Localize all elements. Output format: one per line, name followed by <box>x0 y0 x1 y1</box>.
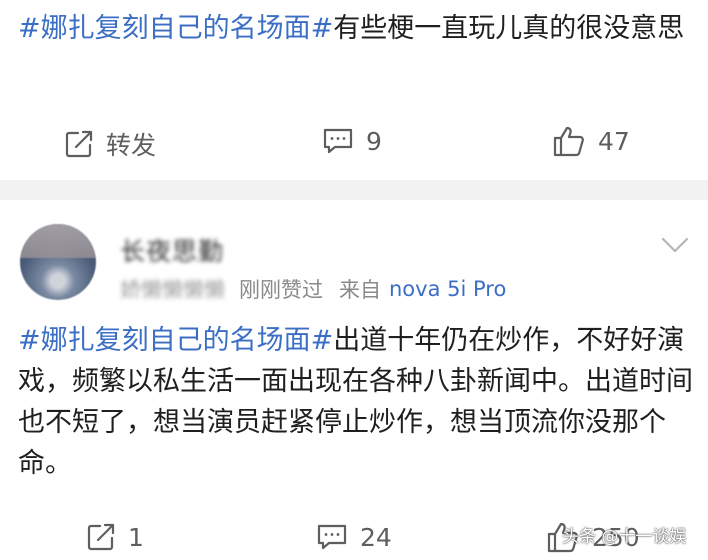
comment-icon <box>317 524 347 550</box>
like-count: 47 <box>598 126 630 156</box>
watermark: 头条 @十一谈娱 <box>562 527 687 547</box>
post-text: #娜扎复刻自己的名场面#有些梗一直玩儿真的很没意思 <box>18 8 698 50</box>
post-bottom: 长夜思勤 娇懒懒懒懒 刚刚赞过 来自 nova 5i Pro #娜扎复刻自己的名… <box>0 200 708 560</box>
post-meta: 娇懒懒懒懒 刚刚赞过 来自 nova 5i Pro <box>120 274 506 304</box>
hashtag-link[interactable]: #娜扎复刻自己的名场面# <box>18 13 333 44</box>
thumbs-up-icon <box>553 126 584 157</box>
repost-label: 转发 <box>106 131 157 160</box>
repost-button[interactable]: 转发 <box>64 126 156 162</box>
liked-status: 刚刚赞过 <box>239 278 323 302</box>
hashtag-link[interactable]: #娜扎复刻自己的名场面# <box>18 325 333 356</box>
chevron-down-icon[interactable] <box>660 236 690 254</box>
comment-count: 9 <box>366 126 382 156</box>
repost-button[interactable]: 1 <box>86 522 144 552</box>
comment-count: 24 <box>360 522 392 552</box>
device-source[interactable]: nova 5i Pro <box>389 277 506 301</box>
feed-divider <box>0 180 708 200</box>
repost-icon <box>87 523 115 551</box>
action-bar: 转发 9 47 <box>0 118 708 168</box>
post-text: #娜扎复刻自己的名场面#出道十年仍在炒作，不好好演戏，频繁以私生活一面出现在各种… <box>18 320 698 484</box>
comment-button[interactable]: 9 <box>322 126 382 156</box>
comment-icon <box>323 128 353 154</box>
post-body: 有些梗一直玩儿真的很没意思 <box>333 13 685 44</box>
post-top: #娜扎复刻自己的名场面#有些梗一直玩儿真的很没意思 转发 9 47 <box>0 0 708 180</box>
avatar[interactable] <box>20 224 96 300</box>
like-button[interactable]: 47 <box>552 124 630 158</box>
repost-icon <box>65 130 93 158</box>
meta-blurred-text: 娇懒懒懒懒 <box>120 278 225 302</box>
source-prefix: 来自 <box>339 278 381 302</box>
username[interactable]: 长夜思勤 <box>120 232 224 268</box>
comment-button[interactable]: 24 <box>316 522 392 552</box>
repost-count: 1 <box>128 522 144 552</box>
